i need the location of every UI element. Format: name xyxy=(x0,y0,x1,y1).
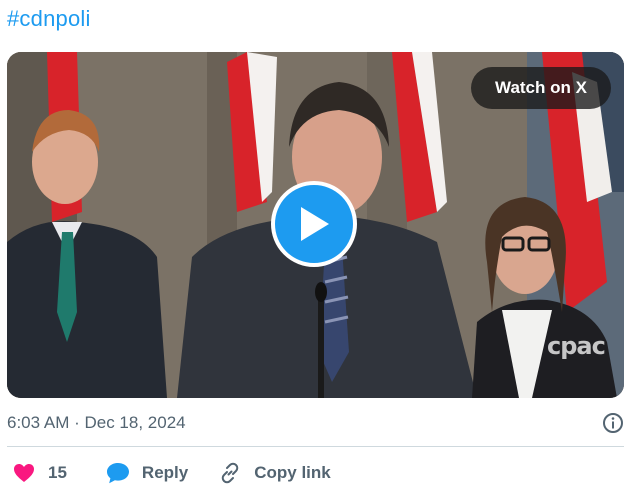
like-button[interactable]: 15 xyxy=(13,463,67,483)
reply-bubble-icon xyxy=(106,463,129,484)
video-player[interactable]: Watch on X cpac xyxy=(7,52,624,398)
like-count: 15 xyxy=(48,463,67,482)
link-icon xyxy=(221,462,239,484)
post-timestamp[interactable]: 6:03 AM · Dec 18, 2024 xyxy=(7,413,186,433)
action-bar: 15 Reply Copy link xyxy=(7,458,331,488)
play-icon xyxy=(301,207,329,241)
reply-label: Reply xyxy=(141,463,189,482)
copy-link-label: Copy link xyxy=(254,463,331,482)
watch-on-x-button[interactable]: Watch on X xyxy=(471,67,611,109)
copy-link-button[interactable]: Copy link xyxy=(219,462,331,484)
post-meta-row: 6:03 AM · Dec 18, 2024 xyxy=(7,409,624,437)
hashtag-link[interactable]: #cdnpoli xyxy=(7,6,91,32)
divider xyxy=(7,446,624,447)
broadcaster-watermark: cpac xyxy=(547,332,606,360)
play-button[interactable] xyxy=(271,181,357,267)
heart-icon xyxy=(14,464,34,482)
reply-button[interactable]: Reply xyxy=(106,462,188,484)
info-icon[interactable] xyxy=(602,412,624,434)
